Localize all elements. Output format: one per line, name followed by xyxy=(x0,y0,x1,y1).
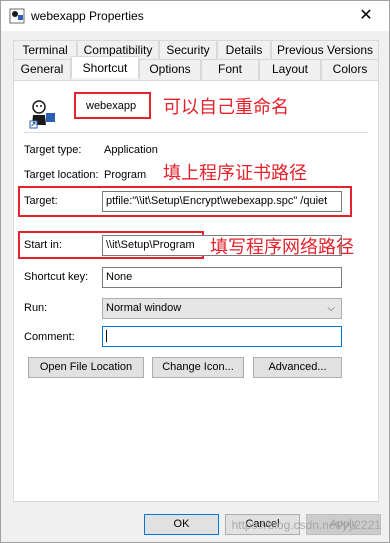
run-label: Run: xyxy=(24,302,48,314)
tab-security[interactable]: Security xyxy=(159,40,217,59)
comment-input[interactable] xyxy=(102,326,342,347)
tab-terminal[interactable]: Terminal xyxy=(13,40,77,59)
chevron-down-icon: ⌵ xyxy=(327,303,335,314)
properties-window: webexapp Properties ✕ Terminal Compatibi… xyxy=(0,0,390,543)
tab-colors[interactable]: Colors xyxy=(321,59,379,80)
text-cursor xyxy=(106,330,107,343)
tab-options[interactable]: Options xyxy=(139,59,201,80)
webex-person-icon xyxy=(29,100,55,129)
title-bar: webexapp Properties ✕ xyxy=(1,1,389,31)
tab-previous-versions[interactable]: Previous Versions xyxy=(271,40,379,59)
run-select[interactable]: Normal window ⌵ xyxy=(102,298,342,319)
tab-row-top: Terminal Compatibility Security Details … xyxy=(13,40,379,59)
target-location-label: Target location: xyxy=(24,169,99,181)
shortcut-key-label: Shortcut key: xyxy=(24,271,89,283)
target-type-value: Application xyxy=(104,144,158,156)
tab-details[interactable]: Details xyxy=(217,40,271,59)
open-file-location-button[interactable]: Open File Location xyxy=(28,357,144,378)
tab-layout[interactable]: Layout xyxy=(259,59,321,80)
advanced-button[interactable]: Advanced... xyxy=(253,357,342,378)
ok-button[interactable]: OK xyxy=(144,514,219,535)
target-label: Target: xyxy=(24,195,58,207)
shortcut-panel: webexapp 可以自己重命名 Target type: Applicatio… xyxy=(13,80,379,502)
shortcut-name[interactable]: webexapp xyxy=(86,100,136,112)
close-button[interactable]: ✕ xyxy=(343,1,389,31)
tab-font[interactable]: Font xyxy=(201,59,259,80)
annotation-start-in: 填写程序网络路径 xyxy=(210,237,354,258)
tab-row-bottom: General Shortcut Options Font Layout Col… xyxy=(13,56,379,80)
separator xyxy=(24,132,368,133)
watermark: https://blog.csdn.net/yy2221 xyxy=(231,518,381,532)
target-type-label: Target type: xyxy=(24,144,82,156)
window-title: webexapp Properties xyxy=(31,9,144,23)
target-input[interactable]: ptfile:"\\it\Setup\Encrypt\webexapp.spc"… xyxy=(102,191,342,212)
annotation-rename: 可以自己重命名 xyxy=(163,97,289,118)
change-icon-button[interactable]: Change Icon... xyxy=(152,357,244,378)
target-location-value: Program xyxy=(104,169,147,181)
tab-shortcut[interactable]: Shortcut xyxy=(71,56,139,78)
start-in-label: Start in: xyxy=(24,239,62,251)
annotation-target: 填上程序证书路径 xyxy=(163,163,307,184)
run-select-value: Normal window xyxy=(106,302,182,314)
tab-general[interactable]: General xyxy=(13,59,71,80)
shortcut-key-input[interactable]: None xyxy=(102,267,342,288)
app-icon xyxy=(9,8,25,24)
comment-label: Comment: xyxy=(24,331,75,343)
